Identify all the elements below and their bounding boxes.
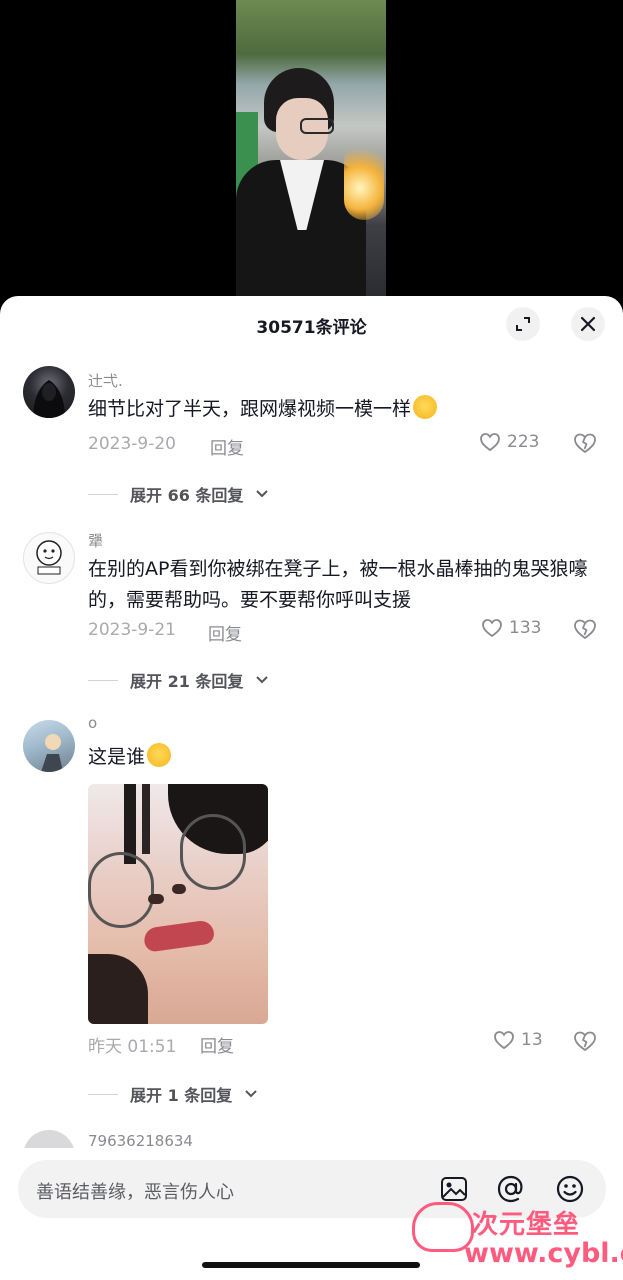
reply-button[interactable]: 回复 <box>200 1032 234 1057</box>
expand-replies-button[interactable]: 展开 21 条回复 <box>88 668 269 692</box>
watermark-title: 次元堡垒 <box>472 1210 581 1240</box>
comment-text: 在别的AP看到你被绑在凳子上，被一根水晶棒抽的鬼哭狼嚎的，需要帮助吗。要不要帮你… <box>88 558 588 611</box>
cartoon-sticker-avatar <box>36 540 62 575</box>
reply-button[interactable]: 回复 <box>208 620 242 645</box>
dislike-button[interactable] <box>573 432 597 458</box>
relieved-face-emoji-icon <box>147 743 172 767</box>
watermark: 次元堡垒 www.cybl.cc <box>400 1196 623 1276</box>
divider-line <box>88 679 118 681</box>
dislike-button[interactable] <box>573 1030 597 1056</box>
broken-heart-icon <box>574 1031 596 1051</box>
comment-item: 犟 在别的AP看到你被绑在凳子上，被一根水晶棒抽的鬼哭狼嚎的，需要帮助吗。要不要… <box>0 532 623 702</box>
close-icon <box>580 316 596 332</box>
like-count: 223 <box>507 432 540 452</box>
expand-replies-label: 展开 66 条回复 <box>130 486 244 505</box>
comment-date: 2023-9-21 <box>88 620 176 640</box>
comment-image-attachment[interactable] <box>88 784 268 1024</box>
like-count: 133 <box>509 618 542 638</box>
expand-button[interactable] <box>506 307 540 341</box>
comments-sheet: 30571条评论 辻弌. 细节比对了半天，跟网爆视频一模一样 2023-9-20… <box>0 296 623 1280</box>
chevron-down-icon <box>256 490 269 498</box>
expand-replies-button[interactable]: 展开 1 条回复 <box>88 1082 258 1106</box>
comment-date: 昨天 01:51 <box>88 1037 177 1057</box>
hooded-figure-avatar <box>33 380 65 418</box>
comment-date: 2023-9-20 <box>88 434 176 454</box>
avatar[interactable] <box>23 366 75 418</box>
video-frame <box>236 0 386 300</box>
expand-replies-button[interactable]: 展开 66 条回复 <box>88 482 269 506</box>
video-player[interactable] <box>0 0 623 300</box>
photo-avatar <box>41 734 63 772</box>
comment-text: 细节比对了半天，跟网爆视频一模一样 <box>88 394 600 425</box>
close-button[interactable] <box>571 307 605 341</box>
comment-username[interactable]: 辻弌. <box>88 370 123 391</box>
like-button[interactable]: 133 <box>481 618 541 638</box>
heart-icon <box>480 433 500 452</box>
divider-line <box>88 493 118 495</box>
broken-heart-icon <box>574 433 596 453</box>
expand-replies-label: 展开 21 条回复 <box>130 672 244 691</box>
chevron-down-icon <box>256 676 269 684</box>
like-button[interactable]: 223 <box>479 432 539 452</box>
like-count: 13 <box>521 1030 543 1050</box>
divider-line <box>88 1093 118 1095</box>
comment-username[interactable]: o <box>88 714 97 732</box>
home-indicator[interactable] <box>202 1262 420 1268</box>
comment-username[interactable]: 犟 <box>88 530 103 551</box>
chevron-down-icon <box>245 1090 257 1098</box>
expand-replies-label: 展开 1 条回复 <box>130 1086 233 1105</box>
expand-arrows-icon <box>516 317 530 331</box>
dislike-button[interactable] <box>573 618 597 644</box>
reply-button[interactable]: 回复 <box>210 434 244 459</box>
rolling-laughing-emoji-icon <box>413 395 438 419</box>
comment-text: 这是谁 <box>88 742 600 773</box>
sheet-header: 30571条评论 <box>0 296 623 354</box>
broken-heart-icon <box>574 619 596 639</box>
watermark-url: www.cybl.cc <box>464 1238 623 1269</box>
avatar[interactable] <box>23 532 75 584</box>
comment-item: 辻弌. 细节比对了半天，跟网爆视频一模一样 2023-9-20 回复 223 展… <box>0 366 623 516</box>
heart-icon <box>482 619 502 638</box>
comment-input-placeholder: 善语结善缘，恶言伤人心 <box>36 1182 234 1203</box>
heart-icon <box>494 1031 514 1050</box>
like-button[interactable]: 13 <box>493 1030 543 1050</box>
avatar[interactable] <box>23 720 75 772</box>
